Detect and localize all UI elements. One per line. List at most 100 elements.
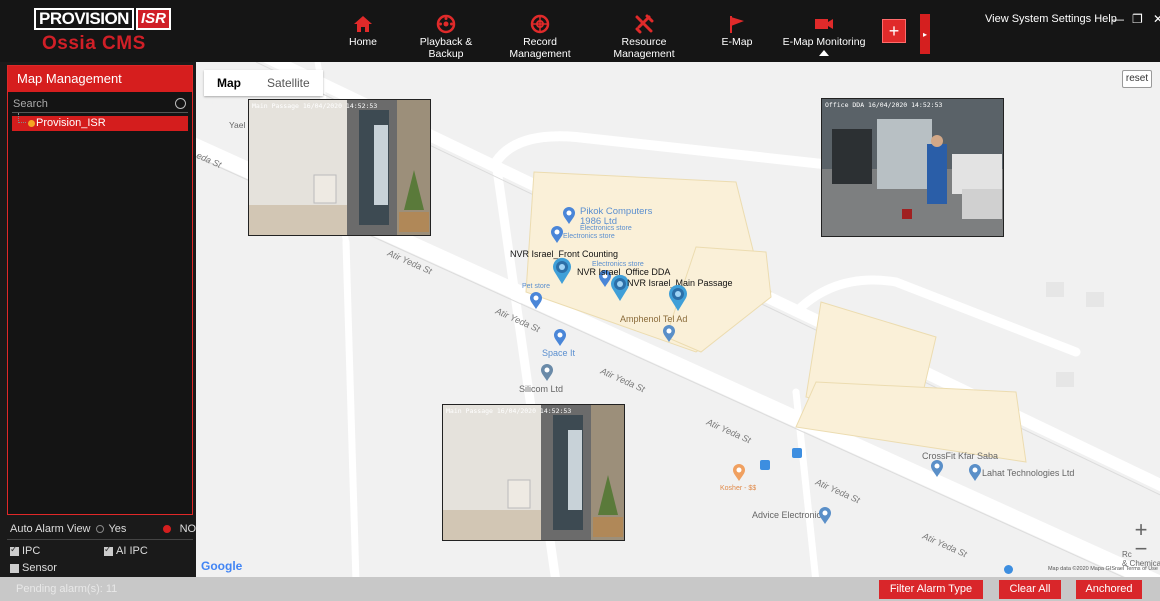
- nav-emap-monitoring[interactable]: E-Map Monitoring: [780, 14, 868, 56]
- map-node-icon: [28, 120, 35, 127]
- search-icon[interactable]: [175, 98, 186, 109]
- flag-icon: [730, 16, 744, 33]
- search-placeholder: Search: [13, 98, 48, 110]
- tab-satellite[interactable]: Satellite: [254, 70, 323, 96]
- nav-record-label: Record Management: [509, 36, 571, 60]
- video-osd: Office DDA 16/04/2020 14:52:53: [825, 101, 943, 109]
- ipc-checkbox-row[interactable]: IPC: [10, 544, 41, 557]
- pet-store-pin-icon: [530, 292, 542, 309]
- filter-alarm-type-button[interactable]: Filter Alarm Type: [879, 580, 983, 599]
- tree-item-provision-isr[interactable]: Provision_ISR: [12, 113, 188, 131]
- ai-ipc-checkbox-row[interactable]: AI IPC: [104, 544, 148, 557]
- poi-label: Pet store: [522, 283, 551, 290]
- bus-stop-icon: [792, 448, 802, 458]
- sensor-checkbox-row[interactable]: Sensor: [10, 562, 57, 574]
- divider: [7, 539, 193, 540]
- ai-ipc-checkbox[interactable]: [104, 544, 113, 556]
- sensor-checkbox[interactable]: [10, 563, 19, 573]
- video-frame: [443, 405, 624, 540]
- system-menu[interactable]: View System Settings Help: [985, 13, 1117, 25]
- auto-alarm-label: Auto Alarm View: [10, 523, 91, 535]
- nav-home-label: Home: [348, 36, 377, 48]
- place-pin-icon: [969, 464, 981, 481]
- bottom-bar: Pending alarm(s): 11 Filter Alarm Type C…: [0, 577, 1160, 601]
- video-frame: [249, 100, 430, 235]
- poi-label: Silicom Ltd: [519, 384, 564, 394]
- home-icon: [354, 16, 372, 32]
- nav-emap-monitoring-label: E-Map Monitoring: [782, 36, 866, 48]
- camera-marker-icon[interactable]: [552, 257, 572, 285]
- poi-label: Space It: [542, 348, 576, 358]
- resource-icon: [635, 14, 654, 34]
- ipc-label: IPC: [22, 545, 41, 557]
- playback-icon: [436, 14, 456, 34]
- food-pin-icon: [733, 464, 745, 481]
- poi-label: Lahat Technologies Ltd: [982, 468, 1075, 478]
- minimize-icon[interactable]: —: [1112, 12, 1124, 26]
- gym-pin-icon: [931, 460, 943, 477]
- google-logo: Google: [201, 559, 243, 573]
- poi-label: Amphenol Tel Ad: [620, 314, 688, 324]
- reset-button[interactable]: reset: [1122, 70, 1152, 88]
- store-pin-icon: [563, 207, 575, 224]
- ipc-checkbox[interactable]: [10, 544, 19, 556]
- tab-map[interactable]: Map: [204, 70, 254, 96]
- nav-record-management[interactable]: Record Management: [492, 14, 588, 60]
- poi-label: Electronics store: [563, 233, 615, 240]
- expand-handle[interactable]: ▸: [920, 14, 930, 54]
- tree-connector: [18, 113, 26, 123]
- logo-provision-text: PROVISION: [34, 8, 134, 30]
- top-bar: PROVISION ISR Ossia CMS Home Playback & …: [0, 0, 1160, 62]
- yes-radio[interactable]: [95, 525, 104, 534]
- video-feed-main-passage[interactable]: Main Passage 16/04/2020 14:52:53: [248, 99, 431, 236]
- clear-all-button[interactable]: Clear All: [999, 580, 1061, 599]
- place-pin-icon: [663, 325, 675, 342]
- chevron-right-icon: ▸: [923, 30, 928, 39]
- video-frame: [822, 99, 1003, 236]
- record-icon: [530, 14, 550, 34]
- map-view[interactable]: Map Satellite reset eda St Atir Yeda St …: [196, 62, 1160, 577]
- no-radio[interactable]: [162, 525, 171, 534]
- anchored-button[interactable]: Anchored: [1076, 580, 1142, 599]
- nav-resource-management[interactable]: Resource Management: [591, 14, 697, 60]
- restore-icon[interactable]: ❐: [1132, 12, 1143, 26]
- camera-marker-icon[interactable]: [668, 284, 688, 312]
- nav-emap-label: E-Map: [721, 36, 753, 48]
- logo-subtitle: Ossia CMS: [42, 33, 146, 54]
- close-icon[interactable]: ✕: [1153, 12, 1160, 26]
- place-pin-icon: [541, 364, 553, 381]
- map-credits[interactable]: Map data ©2020 Mapa GISrael Terms of Use: [1048, 566, 1158, 572]
- poi-label: Electronics store: [580, 225, 632, 232]
- pending-alarms: Pending alarm(s): 11: [16, 583, 118, 595]
- no-label: NO: [179, 523, 197, 535]
- video-feed-main-passage-2[interactable]: Main Passage 16/04/2020 14:52:53: [442, 404, 625, 541]
- sensor-label: Sensor: [22, 562, 57, 574]
- ai-ipc-label: AI IPC: [116, 545, 148, 557]
- bus-stop-icon: [1004, 565, 1013, 574]
- map-management-panel: Map Management Search Provision_ISR: [7, 65, 193, 515]
- poi-label: Advice Electronic: [752, 510, 822, 520]
- search-input[interactable]: Search: [12, 96, 188, 113]
- poi-label: Kosher - $$: [720, 485, 757, 492]
- nav-emap[interactable]: E-Map: [720, 14, 754, 48]
- tree-item-label: Provision_ISR: [36, 117, 106, 129]
- auto-alarm-view: Auto Alarm View Yes NO: [10, 523, 196, 535]
- zoom-out-button[interactable]: −: [1128, 538, 1154, 562]
- nav-playback-label: Playback & Backup: [419, 36, 473, 60]
- nav-resource-label: Resource Management: [613, 36, 675, 60]
- camera-icon: [815, 19, 833, 29]
- video-feed-office-dda[interactable]: Office DDA 16/04/2020 14:52:53: [821, 98, 1004, 237]
- place-pin-icon: [819, 507, 831, 524]
- map-type-tabs: Map Satellite: [204, 70, 323, 96]
- nav-home[interactable]: Home: [346, 14, 380, 48]
- add-tab-button[interactable]: +: [882, 19, 906, 43]
- logo-isr-text: ISR: [135, 8, 171, 30]
- place-pin-icon: [554, 329, 566, 346]
- app-logo: PROVISION ISR Ossia CMS: [6, 6, 171, 58]
- video-osd: Main Passage 16/04/2020 14:52:53: [446, 407, 572, 415]
- nav-playback[interactable]: Playback & Backup: [402, 14, 490, 60]
- yes-label: Yes: [108, 523, 127, 535]
- video-osd: Main Passage 16/04/2020 14:52:53: [252, 102, 378, 110]
- store-pin-icon: [551, 226, 563, 243]
- map-management-title: Map Management: [8, 66, 192, 92]
